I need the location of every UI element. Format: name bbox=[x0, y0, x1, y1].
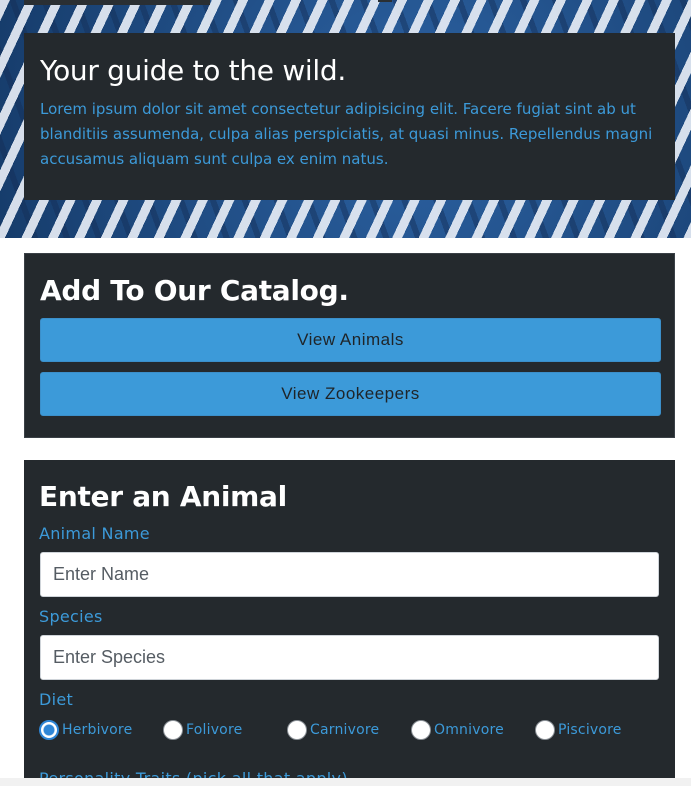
view-zookeepers-button[interactable]: View Zookeepers bbox=[40, 372, 661, 416]
catalog-panel: Add To Our Catalog. View Animals View Zo… bbox=[24, 253, 675, 438]
radio-unchecked-icon[interactable] bbox=[535, 720, 555, 740]
hero-top-bar bbox=[24, 0, 210, 5]
enter-animal-title: Enter an Animal bbox=[39, 480, 287, 513]
diet-option-label: Carnivore bbox=[310, 722, 380, 738]
hero-box: Your guide to the wild. Lorem ipsum dolo… bbox=[24, 33, 675, 200]
diet-option-folivore[interactable]: Folivore bbox=[163, 716, 242, 744]
animal-name-input[interactable] bbox=[40, 552, 659, 597]
diet-option-carnivore[interactable]: Carnivore bbox=[287, 716, 379, 744]
diet-label: Diet bbox=[39, 690, 74, 709]
diet-option-label: Herbivore bbox=[62, 722, 133, 738]
radio-checked-icon[interactable] bbox=[39, 720, 59, 740]
diet-option-piscivore[interactable]: Piscivore bbox=[535, 716, 622, 744]
diet-option-label: Omnivore bbox=[434, 722, 504, 738]
radio-unchecked-icon[interactable] bbox=[287, 720, 307, 740]
species-label: Species bbox=[39, 607, 103, 626]
radio-unchecked-icon[interactable] bbox=[163, 720, 183, 740]
catalog-title: Add To Our Catalog. bbox=[40, 274, 349, 307]
diet-option-label: Folivore bbox=[186, 722, 243, 738]
view-animals-button[interactable]: View Animals bbox=[40, 318, 661, 362]
species-input[interactable] bbox=[40, 635, 659, 680]
diet-option-label: Piscivore bbox=[558, 722, 622, 738]
hero-title: Your guide to the wild. bbox=[40, 54, 346, 87]
hero-description: Lorem ipsum dolor sit amet consectetur a… bbox=[40, 100, 653, 168]
hero-banner: Your guide to the wild. Lorem ipsum dolo… bbox=[0, 0, 691, 238]
diet-radio-group: Herbivore Folivore Carnivore Omnivore Pi… bbox=[39, 716, 660, 744]
diet-option-herbivore[interactable]: Herbivore bbox=[39, 716, 132, 744]
enter-animal-form: Enter an Animal Animal Name Species Diet… bbox=[24, 460, 675, 786]
viewport-bottom-edge bbox=[0, 778, 691, 786]
radio-unchecked-icon[interactable] bbox=[411, 720, 431, 740]
animal-name-label: Animal Name bbox=[39, 524, 150, 543]
diet-option-omnivore[interactable]: Omnivore bbox=[411, 716, 504, 744]
hero-top-mark bbox=[378, 0, 392, 2]
